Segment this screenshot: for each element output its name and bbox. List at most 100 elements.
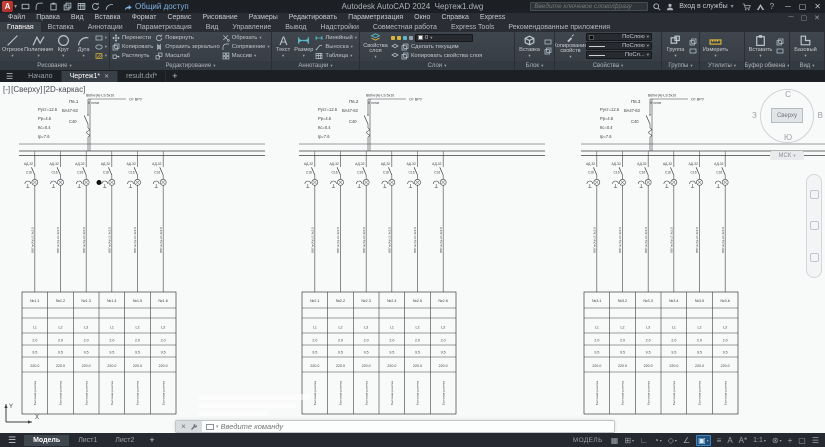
file-tab-3[interactable]: result.dxf* [118,71,167,82]
help-icon[interactable]: ? [770,2,774,11]
autocad-logo-icon[interactable]: A [2,1,13,12]
tool-copy-button[interactable] [689,38,697,47]
menu-item-6[interactable]: Сервис [167,14,191,21]
search-icon[interactable] [653,2,661,11]
menu-item-3[interactable]: Вид [71,14,84,21]
tool-copy-button[interactable] [544,47,552,56]
ribbon-tab-главная[interactable]: Главная [0,22,41,32]
polar-icon[interactable]: ◔ ▾ [654,436,662,445]
tab-close-icon[interactable]: ✕ [104,73,109,80]
tool-rect-button[interactable] [544,38,552,47]
layer-tool-row[interactable]: Копировать свойства слоя [391,51,482,60]
minimize-button[interactable]: ─ [785,2,791,11]
tool-copy-button[interactable] [776,38,784,47]
open-file-icon[interactable] [34,2,44,12]
undo-icon[interactable] [90,2,100,12]
viewcube-south[interactable]: Ю [757,133,819,142]
tool-rotate-button[interactable]: Повернуть [155,33,220,42]
viewcube-top-face[interactable]: Сверху [771,108,803,123]
tool-line-button[interactable]: Отрезок ▾ [2,33,23,60]
new-file-icon[interactable] [20,2,30,12]
property-dropdown-3[interactable]: ПоСл... ▾ [586,51,652,59]
viewcube-north[interactable]: С [757,90,819,99]
tool-copy-button[interactable]: Копировать [112,42,153,51]
tool-circle-button[interactable]: Круг ▾ [54,33,72,60]
zoom-icon[interactable] [809,221,819,231]
tool-group-button[interactable]: Группа ▾ [664,33,687,60]
tool-insert-button[interactable]: Вставка ▾ [517,33,542,60]
tool-paste-button[interactable]: Вставить ▾ [747,33,774,60]
ribbon-tab-аннотации[interactable]: Аннотации [81,22,130,32]
tool-scale-button[interactable]: Масштаб [155,51,220,60]
viewcube[interactable]: С Ю З В Сверху МСК ▾ [752,87,823,165]
file-tabs-menu-icon[interactable]: ☰ [0,72,20,82]
command-wrench-icon[interactable] [190,423,197,430]
tool-dim-button[interactable]: Размер ▾ [294,33,313,60]
tool-stretch-button[interactable]: Растянуть [112,51,153,60]
ribbon-tab-надстройки[interactable]: Надстройки [313,22,365,32]
tool-rect-button[interactable]: ▾ [95,33,107,42]
viewcube-ucs-menu[interactable]: МСК ▾ [770,151,804,160]
cart-icon[interactable] [742,3,751,11]
command-caret-icon[interactable]: ▾ [216,424,219,430]
add-icon[interactable]: + [788,436,793,445]
annotation-autoscale-icon[interactable]: А* [739,436,747,445]
viewport-menu-control[interactable]: [-] [3,85,10,94]
plot-icon[interactable] [76,2,86,12]
customization-gear-icon[interactable]: ⊛ ▾ [772,436,782,445]
tool-hatch-button[interactable]: ▾ [95,51,107,60]
share-button[interactable]: Общий доступ [124,2,189,11]
save-icon[interactable] [48,2,58,12]
tool-text-button[interactable]: А Текст ▾ [274,33,292,60]
layer-tool-row[interactable]: Сделать текущим [391,42,482,51]
tool-trim-button[interactable]: Обрезать ▾ [222,33,270,42]
navigation-bar[interactable] [806,174,822,278]
isodraft-icon[interactable]: ◇ ▾ [668,436,677,445]
tool-rect-button[interactable] [776,47,784,56]
logo-caret-icon[interactable]: ▾ [14,3,17,10]
layout-tab-лист1[interactable]: Лист1 [69,435,106,446]
tool-rect-button[interactable] [689,47,697,56]
tool-measure-button[interactable]: Измерить ▾ [702,33,729,60]
ribbon-tab-вставка[interactable]: Вставка [41,22,81,32]
ribbon-tab-управление[interactable]: Управление [225,22,278,32]
pan-icon[interactable] [809,190,819,200]
menu-item-5[interactable]: Формат [132,14,157,21]
menu-item-2[interactable]: Правка [36,14,60,21]
orbit-icon[interactable] [809,252,819,262]
snap-icon[interactable]: ⊞ ▾ [624,436,634,445]
tool-arc-button[interactable]: Дуга ▾ [74,33,92,60]
tool-matchprops-button[interactable]: Копирование свойств ▾ [555,33,588,60]
annotation-visibility-icon[interactable]: А [727,436,732,445]
property-dropdown-2[interactable]: ПоСлою ▾ [586,42,652,50]
command-input[interactable] [220,422,614,431]
tool-array-button[interactable]: Массив ▾ [222,51,270,60]
menu-item-13[interactable]: Express [480,14,505,21]
tool-table-button[interactable]: Таблица ▾ [315,51,357,60]
panel-label-clipboard[interactable]: Буфер обмена▾ [745,61,789,70]
panel-label-layers[interactable]: Слои ▾ [360,61,514,70]
search-input[interactable] [531,3,648,10]
menu-item-12[interactable]: Справка [441,14,468,21]
menu-item-10[interactable]: Параметризация [348,14,403,21]
tool-polyline-button[interactable]: Полилиния ▾ [24,33,53,60]
tool-dim-button[interactable]: Линейный ▾ [315,33,357,42]
new-layout-button[interactable]: + [143,435,160,446]
panel-label-utils[interactable]: Утилиты ▾ [700,61,744,70]
model-space-label[interactable]: МОДЕЛЬ [573,437,603,444]
doc-close-button[interactable]: ✕ [814,14,820,22]
panel-label-modify[interactable]: Редактирование ▾ [110,61,271,70]
menu-item-1[interactable]: Файл [8,14,25,21]
command-recent-icon[interactable] [206,423,214,430]
ribbon-tab-вывод[interactable]: Вывод [278,22,313,32]
schematic-group-1[interactable]: Руст=12.6 Рр=4.6 Кс=0.4 Iр=7.6 Пв.1 ВА47-63 С4… [18,84,268,424]
doc-restore-button[interactable]: ▢ [801,14,808,22]
autodesk-icon[interactable] [756,3,765,11]
menu-item-7[interactable]: Рисование [202,14,237,21]
drawing-canvas[interactable]: [-] [Сверху] [2D-каркас] Руст=12.6 Рр=4.6… [0,82,825,433]
layout-menu-icon[interactable]: ☰ [0,435,24,446]
tool-baseview-button[interactable]: Базовый ▾ [792,33,819,60]
panel-label-annot[interactable]: Аннотации ▾ [272,61,359,70]
ribbon-tab-express-tools[interactable]: Express Tools [444,22,501,32]
command-close-icon[interactable]: × [181,422,186,431]
